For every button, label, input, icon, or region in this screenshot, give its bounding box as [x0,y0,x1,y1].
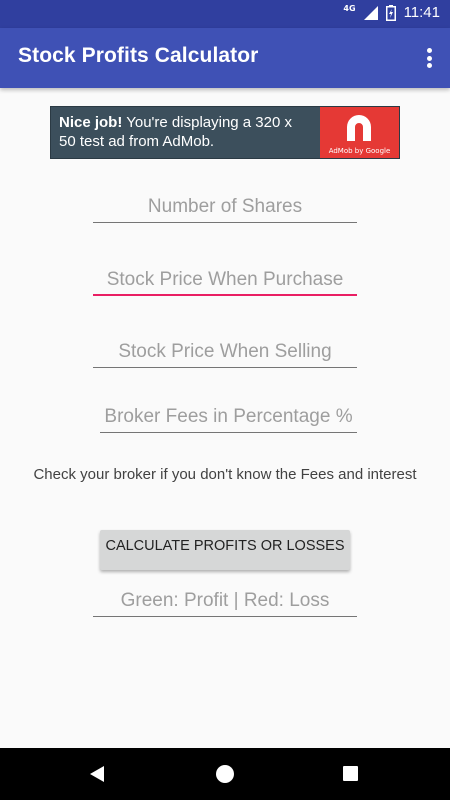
battery-icon [385,4,396,21]
signal-icon [363,5,378,20]
admob-caption: AdMob by Google [328,147,391,155]
clock: 11:41 [403,4,440,21]
admob-banner[interactable]: Nice job! You're displaying a 320 x 50 t… [50,106,400,159]
back-triangle-icon[interactable] [90,766,104,782]
app-title: Stock Profits Calculator [18,44,259,67]
broker-fees-input[interactable]: Broker Fees in Percentage % [100,403,357,433]
overflow-dot [426,48,432,53]
selling-price-input[interactable]: Stock Price When Selling [93,338,357,368]
status-bar: 4G 11:41 [0,0,450,28]
app-bar: Stock Profits Calculator [0,28,450,88]
home-circle-icon[interactable] [216,765,234,783]
more-vert-icon[interactable] [422,46,436,70]
shares-input[interactable]: Number of Shares [93,193,357,223]
admob-logo: AdMob by Google [320,107,399,158]
calculate-button[interactable]: CALCULATE PROFITS OR LOSSES [100,530,350,570]
admob-icon [347,115,371,141]
status-icons: 4G 11:41 [343,4,440,21]
purchase-price-input[interactable]: Stock Price When Purchase [93,266,357,296]
overflow-dot [426,63,432,68]
fees-hint: Check your broker if you don't know the … [33,466,417,483]
recents-square-icon[interactable] [343,766,358,781]
navigation-bar [0,748,450,800]
ad-text: Nice job! You're displaying a 320 x 50 t… [51,107,320,158]
overflow-dot [426,55,432,61]
ad-bold-text: Nice job! [59,114,123,131]
network-type: 4G [343,4,356,13]
result-field[interactable]: Green: Profit | Red: Loss [93,587,357,617]
